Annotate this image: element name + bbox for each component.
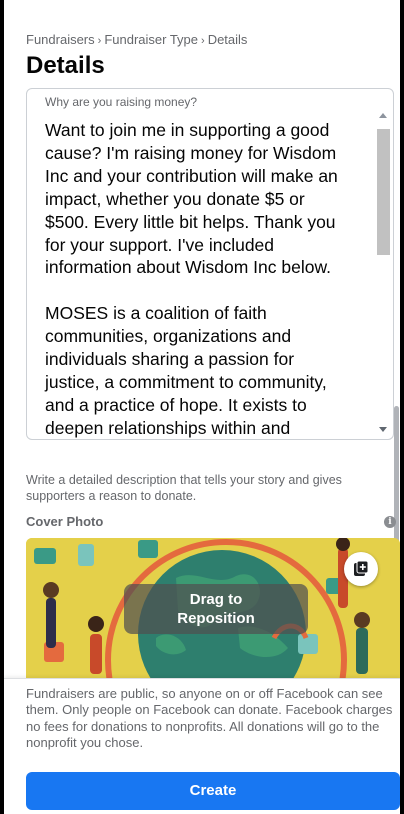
- drag-hint-line-1: Drag to: [189, 591, 243, 608]
- info-icon[interactable]: i: [384, 516, 396, 528]
- window-frame-right: [400, 0, 404, 814]
- description-scrollbar-thumb[interactable]: [377, 129, 390, 255]
- description-text[interactable]: Want to join me in supporting a good cau…: [45, 119, 365, 439]
- description-label: Why are you raising money?: [45, 95, 198, 109]
- page-title: Details: [26, 52, 105, 79]
- drag-to-reposition-hint[interactable]: Drag to Reposition: [124, 584, 308, 634]
- breadcrumb-separator: ›: [201, 35, 205, 47]
- cover-photo-label: Cover Photo: [26, 514, 104, 529]
- description-textarea[interactable]: Why are you raising money? Want to join …: [26, 88, 394, 440]
- details-panel: Fundraisers › Fundraiser Type › Details Deta…: [4, 0, 400, 814]
- breadcrumb-separator: ›: [97, 35, 102, 47]
- add-photo-icon: [354, 561, 368, 576]
- add-photo-button[interactable]: [344, 552, 378, 586]
- breadcrumb-fundraiser-type[interactable]: Fundraiser Type: [104, 32, 198, 47]
- breadcrumb-details: Details: [207, 32, 248, 47]
- breadcrumb-fundraisers[interactable]: Fundraisers: [26, 32, 95, 47]
- drag-hint-line-2: Reposition: [177, 610, 255, 627]
- fundraiser-disclaimer: Fundraisers are public, so anyone on or …: [26, 686, 393, 750]
- create-button[interactable]: Create: [26, 772, 400, 810]
- scroll-down-arrow-icon[interactable]: [379, 427, 387, 432]
- scroll-up-arrow-icon[interactable]: [379, 113, 387, 118]
- breadcrumb: Fundraisers › Fundraiser Type › Details: [26, 32, 247, 47]
- description-helper-text: Write a detailed description that tells …: [26, 473, 342, 503]
